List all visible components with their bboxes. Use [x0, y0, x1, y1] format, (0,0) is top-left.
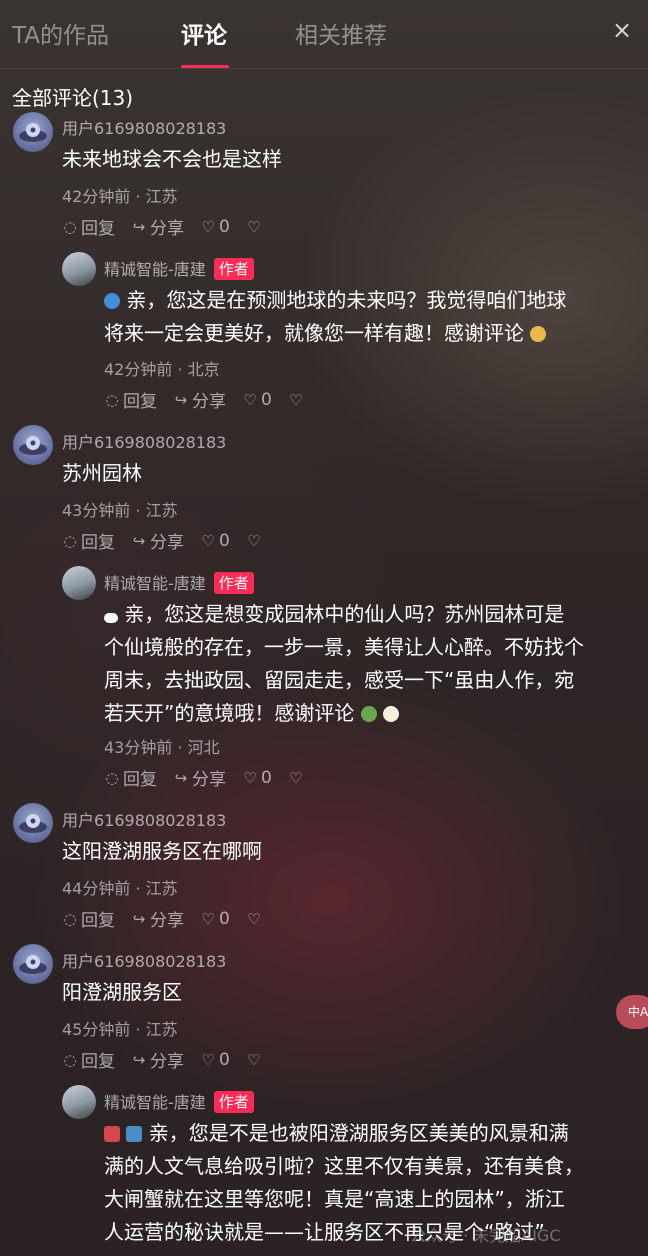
reply-actions: ◌ 回复 ↪ 分享 ♡ 0 ♡: [104, 765, 304, 791]
reply-button[interactable]: ◌ 回复: [62, 528, 115, 554]
author-badge: 作者: [213, 258, 254, 280]
comment-actions: ◌ 回复 ↪ 分享 ♡ 0 ♡: [62, 528, 262, 554]
like-button[interactable]: ♡ 0: [242, 765, 272, 790]
reply-username[interactable]: 精诚智能-唐建 作者: [104, 256, 254, 280]
share-button[interactable]: ↪ 分享: [131, 1047, 184, 1073]
share-icon: ↪: [132, 909, 146, 928]
eyes-emoji-icon: [104, 613, 118, 623]
comment-meta: 43分钟前 · 江苏: [62, 501, 178, 520]
comment-text: 苏州园林: [62, 461, 142, 485]
flower-emoji-icon: [383, 706, 400, 722]
comment-actions: ◌ 回复 ↪ 分享 ♡ 0 ♡: [62, 906, 262, 932]
reply-icon: ◌: [63, 531, 77, 550]
reply-username[interactable]: 精诚智能-唐建 作者: [104, 1089, 254, 1113]
translate-button[interactable]: 中A: [616, 995, 648, 1029]
comment-username[interactable]: 用户6169808028183: [62, 948, 226, 972]
broken-heart-icon: ♡: [289, 768, 303, 787]
dislike-button[interactable]: ♡: [246, 1047, 262, 1072]
reply-icon: ◌: [105, 390, 119, 409]
reply-meta: 43分钟前 · 河北: [104, 738, 220, 757]
comments-count: 全部评论(13): [12, 86, 134, 110]
reply-actions: ◌ 回复 ↪ 分享 ♡ 0 ♡: [104, 387, 304, 413]
watermark: 公众号 · 未完船AIGC: [410, 1226, 561, 1245]
dislike-button[interactable]: ♡: [246, 906, 262, 931]
reply-button[interactable]: ◌ 回复: [62, 214, 115, 240]
active-tab-indicator: [181, 65, 229, 68]
reply-button[interactable]: ◌ 回复: [62, 906, 115, 932]
author-badge: 作者: [213, 1091, 254, 1113]
share-icon: ↪: [132, 531, 146, 550]
broken-heart-icon: ♡: [247, 531, 261, 550]
heart-icon: ♡: [201, 217, 215, 236]
comment-username[interactable]: 用户6169808028183: [62, 429, 226, 453]
broken-heart-icon: ♡: [247, 217, 261, 236]
reply-meta: 42分钟前 · 北京: [104, 360, 220, 379]
tab-comments[interactable]: 评论: [181, 16, 227, 50]
reply-icon: ◌: [105, 768, 119, 787]
user-avatar[interactable]: [13, 944, 53, 984]
like-button[interactable]: ♡ 0: [242, 387, 272, 412]
tab-recommended[interactable]: 相关推荐: [295, 16, 387, 50]
comment-text: 未来地球会不会也是这样: [62, 147, 282, 171]
comment-actions: ◌ 回复 ↪ 分享 ♡ 0 ♡: [62, 1047, 262, 1073]
share-icon: ↪: [132, 217, 146, 236]
heart-icon: ♡: [243, 390, 257, 409]
reply-button[interactable]: ◌ 回复: [104, 387, 157, 413]
globe-emoji-icon: [104, 293, 120, 309]
share-button[interactable]: ↪ 分享: [131, 528, 184, 554]
author-avatar[interactable]: [62, 566, 96, 600]
broken-heart-icon: ♡: [289, 390, 303, 409]
dislike-button[interactable]: ♡: [288, 387, 304, 412]
comment-username[interactable]: 用户6169808028183: [62, 807, 226, 831]
car-emoji-icon: [104, 1126, 120, 1142]
thumbs-up-emoji-icon: [530, 326, 547, 342]
tab-bar: TA的作品 评论 相关推荐 ×: [0, 0, 648, 69]
like-button[interactable]: ♡ 0: [200, 1047, 230, 1072]
author-badge: 作者: [213, 572, 254, 594]
reply-username[interactable]: 精诚智能-唐建 作者: [104, 570, 254, 594]
comment-actions: ◌ 回复 ↪ 分享 ♡ 0 ♡: [62, 214, 262, 240]
like-button[interactable]: ♡ 0: [200, 906, 230, 931]
user-avatar[interactable]: [13, 425, 53, 465]
author-avatar[interactable]: [62, 252, 96, 286]
comment-meta: 42分钟前 · 江苏: [62, 187, 178, 206]
dislike-button[interactable]: ♡: [288, 765, 304, 790]
share-icon: ↪: [174, 768, 188, 787]
broken-heart-icon: ♡: [247, 1050, 261, 1069]
heart-icon: ♡: [201, 909, 215, 928]
reply-text: 亲，您这是想变成园林中的仙人吗？苏州园林可是 个仙境般的存在，一步一景，美得让人…: [104, 602, 584, 725]
comment-text: 这阳澄湖服务区在哪啊: [62, 839, 262, 863]
heart-icon: ♡: [243, 768, 257, 787]
share-button[interactable]: ↪ 分享: [173, 387, 226, 413]
share-button[interactable]: ↪ 分享: [131, 214, 184, 240]
reply-icon: ◌: [63, 1050, 77, 1069]
reply-icon: ◌: [63, 909, 77, 928]
reply-icon: ◌: [63, 217, 77, 236]
reply-text: 亲，您这是在预测地球的未来吗？我觉得咱们地球 将来一定会更美好，就像您一样有趣！…: [104, 288, 567, 345]
author-avatar[interactable]: [62, 1085, 96, 1119]
heart-icon: ♡: [201, 531, 215, 550]
share-icon: ↪: [174, 390, 188, 409]
share-button[interactable]: ↪ 分享: [173, 765, 226, 791]
comment-username[interactable]: 用户6169808028183: [62, 115, 226, 139]
dislike-button[interactable]: ♡: [246, 528, 262, 553]
user-avatar[interactable]: [13, 803, 53, 843]
tab-works[interactable]: TA的作品: [12, 16, 109, 50]
broken-heart-icon: ♡: [247, 909, 261, 928]
like-button[interactable]: ♡ 0: [200, 214, 230, 239]
dislike-button[interactable]: ♡: [246, 214, 262, 239]
reply-button[interactable]: ◌ 回复: [104, 765, 157, 791]
heart-icon: ♡: [201, 1050, 215, 1069]
like-button[interactable]: ♡ 0: [200, 528, 230, 553]
share-button[interactable]: ↪ 分享: [131, 906, 184, 932]
close-icon[interactable]: ×: [610, 18, 634, 42]
landscape-emoji-icon: [126, 1126, 143, 1142]
herb-emoji-icon: [360, 706, 377, 722]
share-icon: ↪: [132, 1050, 146, 1069]
comment-text: 阳澄湖服务区: [62, 980, 182, 1004]
reply-button[interactable]: ◌ 回复: [62, 1047, 115, 1073]
comment-meta: 45分钟前 · 江苏: [62, 1020, 178, 1039]
comment-meta: 44分钟前 · 江苏: [62, 879, 178, 898]
user-avatar[interactable]: [13, 112, 53, 152]
